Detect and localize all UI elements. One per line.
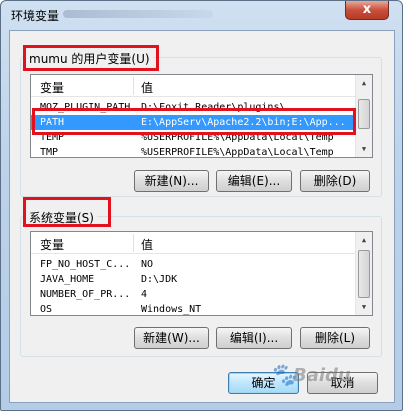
var-name: TMP [40,147,59,158]
user-vars-header: 变量 值 [31,75,355,97]
list-item[interactable]: OS Windows_NT [31,302,355,315]
user-delete-button[interactable]: 删除(D) [300,170,370,192]
scroll-up-icon[interactable]: ▲ [356,75,372,91]
system-vars-header: 变量 值 [31,232,355,254]
scroll-up-icon[interactable]: ▲ [356,232,372,248]
scroll-thumb[interactable] [358,250,370,298]
dialog-client-area: mumu 的用户变量(U) 变量 值 MOZ_PLUGIN_PATH D:\Fo… [9,30,395,403]
column-header-variable[interactable]: 变量 [40,79,64,96]
system-delete-button[interactable]: 删除(L) [300,327,370,349]
scroll-down-icon[interactable]: ▼ [356,141,372,157]
watermark-text: Baidu [293,365,351,386]
system-new-button[interactable]: 新建(W)... [134,327,209,349]
scroll-down-icon[interactable]: ▼ [356,299,372,315]
var-name: NUMBER_OF_PR... [40,289,131,300]
column-header-value[interactable]: 值 [141,79,153,96]
env-vars-window: 环境变量 x mumu 的用户变量(U) 变量 值 MOZ_PLUGIN_PAT… [0,0,403,411]
system-vars-list[interactable]: 变量 值 FP_NO_HOST_C... NO JAVA_HOME D:\JDK… [30,231,373,316]
path-row-highlight [32,108,356,135]
scroll-thumb[interactable] [358,99,370,129]
list-item[interactable]: JAVA_HOME D:\JDK [31,272,355,287]
baidu-watermark: 🐾 Baidu [269,357,389,397]
list-item[interactable]: FP_NO_HOST_C... NO [31,257,355,272]
user-new-button[interactable]: 新建(N)... [134,170,209,192]
vertical-scrollbar[interactable]: ▲ ▼ [355,75,372,157]
var-name: JAVA_HOME [40,274,95,285]
column-header-value[interactable]: 值 [141,236,153,253]
var-value: 4 [141,289,148,300]
system-vars-highlight [23,197,111,227]
var-value: D:\JDK [141,274,178,285]
var-value: NO [141,259,154,270]
list-item[interactable]: TMP %USERPROFILE%\AppData\Local\Temp [31,145,355,158]
close-button[interactable]: x [345,1,389,20]
var-value: %USERPROFILE%\AppData\Local\Temp [141,147,334,158]
column-header-variable[interactable]: 变量 [40,236,64,253]
list-item[interactable]: NUMBER_OF_PR... 4 [31,287,355,302]
system-edit-button[interactable]: 编辑(I)... [216,327,292,349]
window-title: 环境变量 [11,9,60,23]
var-value: Windows_NT [141,304,202,315]
vertical-scrollbar[interactable]: ▲ ▼ [355,232,372,315]
var-name: FP_NO_HOST_C... [40,259,131,270]
user-edit-button[interactable]: 编辑(E)... [216,170,292,192]
title-bar[interactable]: 环境变量 x [1,1,402,29]
user-vars-highlight [23,45,159,71]
title-blur [63,10,213,18]
var-name: OS [40,304,53,315]
